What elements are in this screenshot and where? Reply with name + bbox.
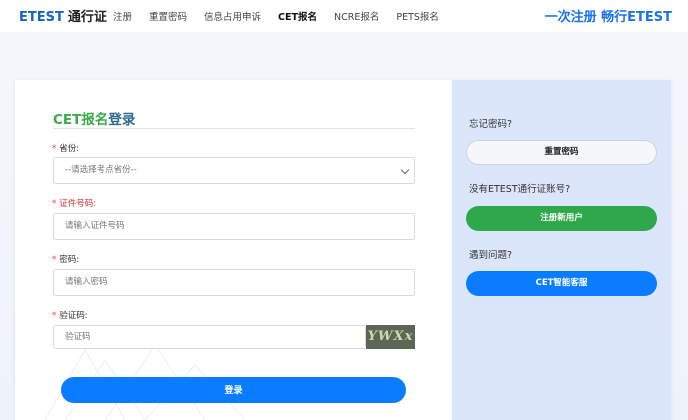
nav-reset-password[interactable]: 重置密码 xyxy=(149,9,187,23)
province-select[interactable]: --请选择考点省份-- xyxy=(53,157,415,184)
main-nav: 注册 重置密码 信息占用申诉 CET报名 NCRE报名 PETS报名 xyxy=(113,9,456,23)
id-number-input[interactable]: 请输入证件号码 xyxy=(53,213,415,240)
title-divider xyxy=(53,128,415,129)
password-placeholder: 请输入密码 xyxy=(65,277,108,287)
captcha-input[interactable]: 验证码 xyxy=(53,325,366,349)
login-form-panel: CET报名登录 * 省份: --请选择考点省份-- * 证件号码: 请输入证件号码 … xyxy=(15,80,452,420)
required-mark: * xyxy=(52,255,57,265)
support-button[interactable]: CET智能客服 xyxy=(466,271,657,296)
nav-ncre[interactable]: NCRE报名 xyxy=(334,9,379,23)
chevron-down-icon xyxy=(400,165,410,175)
password-label: * 密码: xyxy=(52,255,80,265)
nav-pets[interactable]: PETS报名 xyxy=(396,9,439,23)
brand-cn: 通行证 xyxy=(67,10,107,25)
nav-appeal[interactable]: 信息占用申诉 xyxy=(204,9,261,23)
login-title-action: 登录 xyxy=(108,112,136,128)
captcha-placeholder: 验证码 xyxy=(65,332,91,342)
no-account-label: 没有ETEST通行证账号? xyxy=(469,184,571,195)
id-number-placeholder: 请输入证件号码 xyxy=(65,221,125,231)
captcha-image[interactable]: YWXx xyxy=(366,325,415,349)
brand-en: ETEST xyxy=(19,10,64,25)
header-slogan: 一次注册 畅行ETEST xyxy=(544,10,672,25)
province-selected-value: --请选择考点省份-- xyxy=(65,165,137,175)
problem-label: 遇到问题? xyxy=(469,250,513,261)
password-input[interactable]: 请输入密码 xyxy=(53,269,415,296)
login-title-exam: CET报名 xyxy=(53,112,109,128)
top-navigation-bar: ETEST 通行证 注册 重置密码 信息占用申诉 CET报名 NCRE报名 PET… xyxy=(0,0,688,32)
nav-register[interactable]: 注册 xyxy=(113,9,132,23)
id-number-label: * 证件号码: xyxy=(52,199,97,209)
province-label: * 省份: xyxy=(52,144,80,154)
brand-logo[interactable]: ETEST 通行证 xyxy=(19,6,107,25)
register-button[interactable]: 注册新用户 xyxy=(466,206,657,231)
reset-password-button[interactable]: 重置密码 xyxy=(466,140,657,165)
login-title: CET报名登录 xyxy=(53,108,135,128)
captcha-label: * 验证码: xyxy=(52,311,88,321)
required-mark: * xyxy=(52,199,57,209)
required-mark: * xyxy=(52,144,57,154)
help-sidebar: 忘记密码? 重置密码 没有ETEST通行证账号? 注册新用户 遇到问题? CET… xyxy=(452,80,671,420)
required-mark: * xyxy=(52,311,57,321)
forgot-password-label: 忘记密码? xyxy=(469,119,513,130)
nav-cet[interactable]: CET报名 xyxy=(278,9,317,23)
login-button[interactable]: 登录 xyxy=(61,377,406,403)
login-card: CET报名登录 * 省份: --请选择考点省份-- * 证件号码: 请输入证件号码 … xyxy=(15,80,671,420)
